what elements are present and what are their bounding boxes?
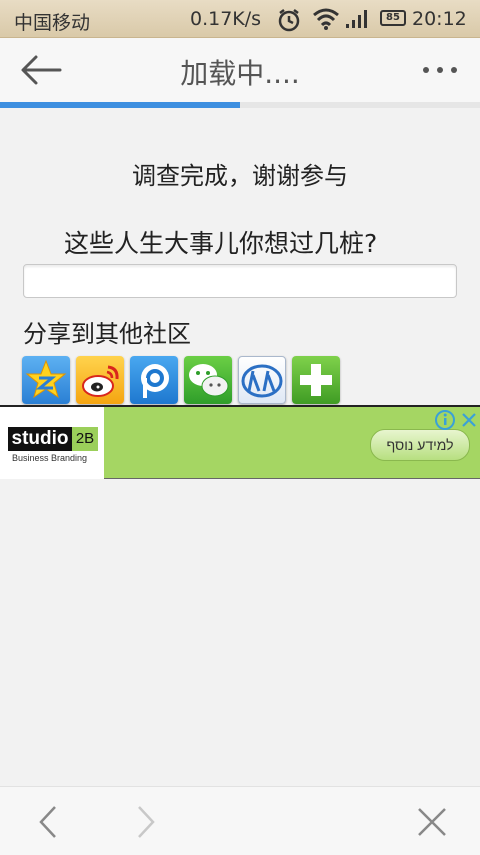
close-page-icon[interactable]	[417, 805, 447, 839]
more-share-icon	[300, 364, 332, 396]
qzone-icon	[25, 359, 67, 399]
signal-icon	[346, 10, 367, 28]
survey-complete-message: 调查完成，谢谢参与	[132, 162, 348, 190]
wechat-icon	[189, 364, 229, 397]
ad-banner[interactable]: studio 2B Business Branding למידע נוסף	[0, 405, 480, 479]
weibo-icon	[82, 365, 119, 397]
ad-tagline: Business Branding	[12, 453, 88, 463]
weibo-share-button[interactable]	[76, 356, 124, 404]
wifi-icon	[313, 8, 339, 30]
nav-forward-icon[interactable]	[130, 805, 160, 839]
qzone-share-button[interactable]	[22, 356, 70, 404]
ad-logo: studio 2B	[8, 427, 98, 451]
loading-progress-bar	[0, 102, 480, 108]
carrier-name: 中国移动	[14, 12, 91, 34]
pengyou-share-button[interactable]	[130, 356, 178, 404]
title-bar: 加载中....	[0, 38, 480, 102]
pengyou-icon	[141, 364, 169, 398]
network-speed: 0.17K/s	[190, 8, 262, 30]
ad-logo-panel: studio 2B Business Branding	[0, 407, 104, 479]
ad-logo-suffix: 2B	[72, 427, 98, 451]
alarm-icon	[278, 9, 300, 32]
wechat-share-button[interactable]	[184, 356, 232, 404]
ad-logo-text: studio	[8, 427, 72, 451]
battery-level: 85	[386, 12, 400, 23]
loading-progress-fill	[0, 102, 240, 108]
more-menu-icon[interactable]	[418, 58, 462, 82]
answer-field[interactable]	[23, 264, 457, 298]
ad-close-icon[interactable]	[458, 409, 480, 431]
battery-icon: 85	[380, 10, 406, 26]
renren-icon	[241, 364, 283, 398]
survey-question: 这些人生大事儿你想过几桩?	[64, 229, 378, 258]
clock: 20:12	[412, 8, 467, 30]
ad-info-icon[interactable]	[434, 409, 456, 431]
status-bar: 中国移动 0.17K/s 85 20:12	[0, 0, 480, 38]
share-label: 分享到其他社区	[23, 320, 191, 348]
nav-back-icon[interactable]	[34, 805, 64, 839]
bottom-nav-bar	[0, 786, 480, 855]
ad-cta-button[interactable]: למידע נוסף	[370, 429, 470, 461]
page-title: 加载中....	[180, 57, 300, 90]
more-share-button[interactable]	[292, 356, 340, 404]
renren-share-button[interactable]	[238, 356, 286, 404]
